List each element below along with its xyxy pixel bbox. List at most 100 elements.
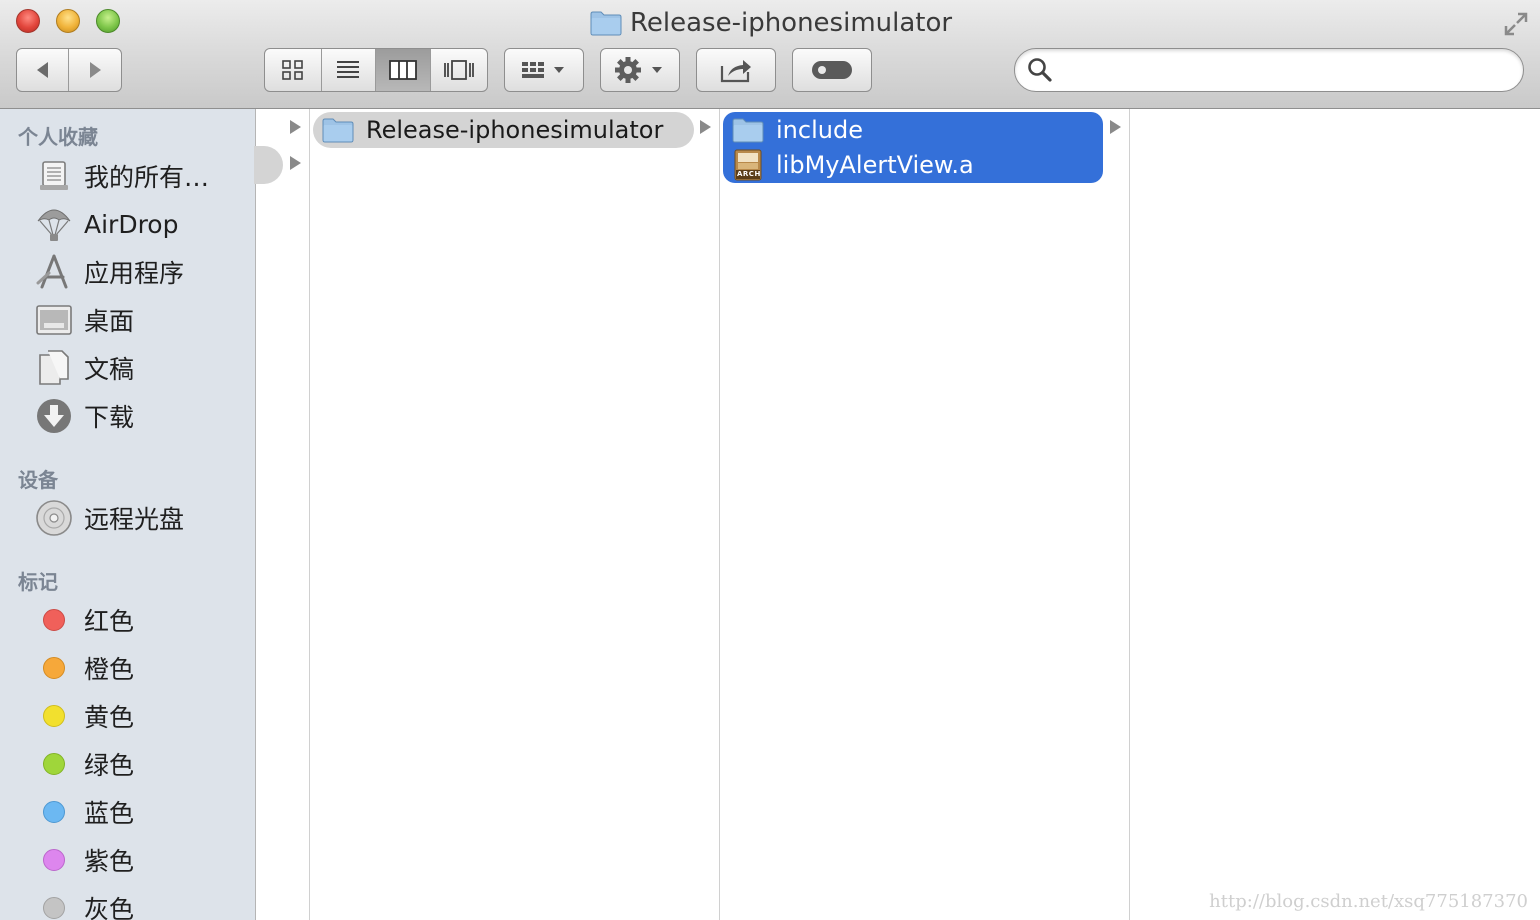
sidebar-item-label: 我的所有… bbox=[84, 163, 210, 192]
list-item[interactable]: ARCH libMyAlertView.a bbox=[734, 147, 974, 183]
tags-header: 标记 bbox=[18, 570, 58, 594]
documents-icon bbox=[34, 348, 74, 388]
sidebar-item-label: 应用程序 bbox=[84, 259, 185, 288]
view-mode-control bbox=[264, 48, 488, 92]
sidebar-item-label: 黄色 bbox=[84, 703, 135, 732]
sidebar-tag-blue[interactable]: 蓝色 bbox=[34, 792, 134, 832]
browser-column-2: Release-iphonesimulator bbox=[310, 109, 720, 920]
back-button[interactable] bbox=[17, 49, 70, 91]
red-tag-dot bbox=[43, 609, 65, 631]
applications-icon bbox=[34, 252, 74, 292]
sidebar: 个人收藏 我的所有… AirDrop 应用程序 桌面 文稿 下载 设备 远程光盘… bbox=[0, 109, 256, 920]
sidebar-item-label: 远程光盘 bbox=[84, 505, 185, 534]
list-view-button[interactable] bbox=[322, 49, 377, 91]
list-item[interactable]: Release-iphonesimulator bbox=[322, 112, 663, 148]
archive-badge: ARCH bbox=[737, 170, 761, 178]
sidebar-item-documents[interactable]: 文稿 bbox=[34, 348, 134, 388]
sidebar-tag-orange[interactable]: 橙色 bbox=[34, 648, 134, 688]
all-files-icon bbox=[34, 156, 74, 196]
sidebar-tag-green[interactable]: 绿色 bbox=[34, 744, 134, 784]
sidebar-item-label: 桌面 bbox=[84, 307, 135, 336]
sidebar-item-label: 紫色 bbox=[84, 847, 135, 876]
toolbar: Release-iphonesimulator bbox=[0, 0, 1540, 109]
orange-tag-dot bbox=[43, 657, 65, 679]
coverflow-view-button[interactable] bbox=[431, 49, 487, 91]
coverflow-view-icon bbox=[443, 60, 474, 80]
disclosure-arrow-icon bbox=[1110, 120, 1121, 134]
remote-disc-icon bbox=[34, 498, 74, 538]
yellow-tag-dot bbox=[43, 705, 65, 727]
disclosure-arrow-icon bbox=[290, 156, 301, 170]
back-arrow-icon bbox=[36, 62, 48, 78]
close-button[interactable] bbox=[16, 9, 40, 33]
tags-button[interactable] bbox=[792, 48, 872, 92]
item-name: include bbox=[776, 116, 863, 144]
sidebar-item-label: 红色 bbox=[84, 607, 135, 636]
gear-icon bbox=[615, 57, 662, 83]
arrange-icon bbox=[522, 62, 564, 78]
finder-window: Release-iphonesimulator 个人收藏 我的所有… AirDr… bbox=[0, 0, 1540, 920]
downloads-icon bbox=[34, 396, 74, 436]
gray-tag-dot bbox=[43, 897, 65, 919]
tag-pill-icon bbox=[812, 61, 852, 79]
sidebar-item-downloads[interactable]: 下载 bbox=[34, 396, 134, 436]
window-title: Release-iphonesimulator bbox=[590, 6, 952, 40]
search-icon bbox=[1028, 58, 1052, 82]
sidebar-item-label: 文稿 bbox=[84, 355, 135, 384]
column-view-icon bbox=[388, 60, 417, 80]
blue-tag-dot bbox=[43, 801, 65, 823]
sidebar-item-label: 灰色 bbox=[84, 895, 135, 920]
sidebar-tag-gray[interactable]: 灰色 bbox=[34, 888, 134, 920]
path-highlight bbox=[254, 146, 283, 184]
disclosure-arrow-icon bbox=[290, 120, 301, 134]
forward-button[interactable] bbox=[69, 49, 121, 91]
folder-icon bbox=[322, 118, 354, 143]
sidebar-item-label: 下载 bbox=[84, 403, 135, 432]
green-tag-dot bbox=[43, 753, 65, 775]
sidebar-item-all-files[interactable]: 我的所有… bbox=[34, 156, 209, 196]
share-button[interactable] bbox=[696, 48, 776, 92]
folder-icon bbox=[732, 118, 764, 143]
browser-column-4 bbox=[1130, 109, 1540, 920]
watermark: http://blog.csdn.net/xsq775187370 bbox=[1209, 891, 1528, 912]
sidebar-item-label: 绿色 bbox=[84, 751, 135, 780]
sidebar-tag-red[interactable]: 红色 bbox=[34, 600, 134, 640]
sidebar-item-remote-disc[interactable]: 远程光盘 bbox=[34, 498, 184, 538]
folder-icon bbox=[590, 11, 622, 36]
item-name: libMyAlertView.a bbox=[776, 151, 974, 179]
disclosure-arrow-icon bbox=[700, 120, 711, 134]
browser-column-1 bbox=[254, 109, 310, 920]
sidebar-tag-purple[interactable]: 紫色 bbox=[34, 840, 134, 880]
zoom-button[interactable] bbox=[96, 9, 120, 33]
search-field[interactable] bbox=[1014, 48, 1524, 92]
action-button[interactable] bbox=[600, 48, 680, 92]
sidebar-item-label: AirDrop bbox=[84, 209, 179, 239]
icon-view-icon bbox=[281, 60, 303, 80]
item-name: Release-iphonesimulator bbox=[366, 116, 664, 144]
devices-header: 设备 bbox=[18, 468, 58, 492]
arrange-button[interactable] bbox=[504, 48, 584, 92]
sidebar-tag-yellow[interactable]: 黄色 bbox=[34, 696, 134, 736]
column-view-button[interactable] bbox=[376, 49, 431, 91]
sidebar-item-airdrop[interactable]: AirDrop bbox=[34, 204, 178, 244]
sidebar-item-label: 橙色 bbox=[84, 655, 135, 684]
fullscreen-icon[interactable] bbox=[1502, 10, 1530, 38]
list-item[interactable]: include bbox=[732, 112, 863, 148]
sidebar-item-applications[interactable]: 应用程序 bbox=[34, 252, 184, 292]
forward-arrow-icon bbox=[90, 62, 101, 78]
window-title-text: Release-iphonesimulator bbox=[630, 8, 953, 38]
archive-icon: ARCH bbox=[734, 149, 762, 181]
favorites-header: 个人收藏 bbox=[18, 125, 98, 149]
share-icon bbox=[720, 60, 751, 83]
search-input[interactable] bbox=[1061, 57, 1523, 83]
nav-buttons bbox=[16, 48, 122, 92]
browser-column-3: include ARCH libMyAlertView.a bbox=[720, 109, 1130, 920]
airdrop-icon bbox=[34, 204, 74, 244]
icon-view-button[interactable] bbox=[265, 49, 322, 91]
desktop-icon bbox=[34, 300, 74, 340]
sidebar-item-label: 蓝色 bbox=[84, 799, 135, 828]
purple-tag-dot bbox=[43, 849, 65, 871]
minimize-button[interactable] bbox=[56, 9, 80, 33]
sidebar-item-desktop[interactable]: 桌面 bbox=[34, 300, 134, 340]
list-view-icon bbox=[337, 61, 360, 78]
